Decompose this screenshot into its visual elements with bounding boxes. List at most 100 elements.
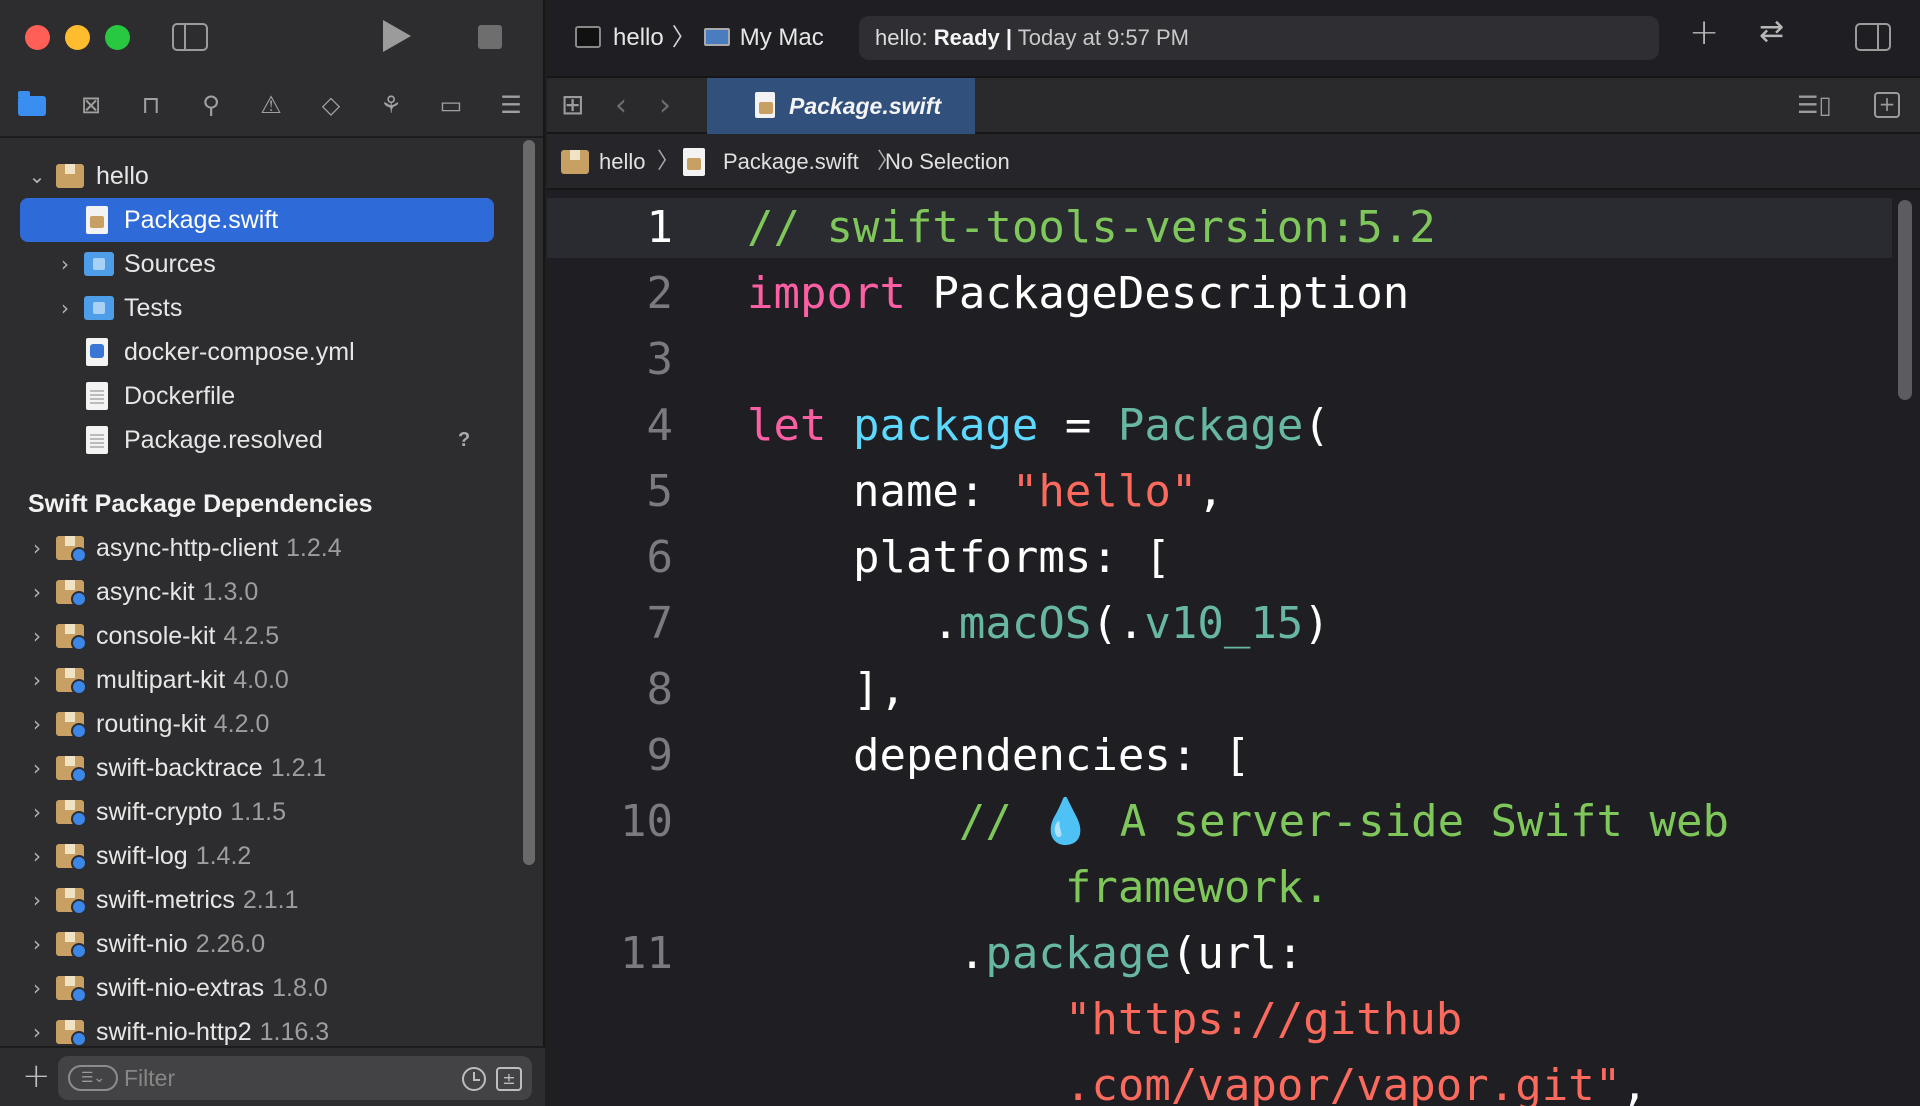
breakpoint-navigator-icon[interactable]: ▭ (434, 88, 468, 122)
code-review-icon[interactable]: ⇄ (1759, 14, 1784, 49)
tree-item-package-swift[interactable]: Package.swift (0, 198, 520, 242)
close-window-button[interactable] (25, 25, 50, 50)
debug-navigator-icon[interactable]: ⚘ (374, 88, 408, 122)
line-number (593, 858, 673, 918)
code-token: let (747, 400, 827, 451)
source-editor[interactable]: 1 // swift-tools-version:5.2 2 import Packa… (547, 190, 1920, 1106)
package-dependency-icon (56, 580, 87, 607)
editor-options-icon[interactable]: ☰▯ (1797, 92, 1835, 118)
back-icon[interactable]: ‹ (615, 88, 627, 123)
code-token: v10_15 (1144, 598, 1304, 649)
report-navigator-icon[interactable]: ☰ (494, 88, 528, 122)
forward-icon[interactable]: › (659, 88, 671, 123)
tree-item-docker-compose[interactable]: docker-compose.yml (0, 330, 520, 374)
sidebar-toggle-icon[interactable] (172, 23, 208, 51)
add-editor-icon[interactable]: + (1874, 92, 1900, 118)
code-token: . (747, 928, 986, 979)
zoom-window-button[interactable] (105, 25, 130, 50)
dependency-item[interactable]: › swift-metrics 2.1.1 (0, 878, 520, 922)
issue-navigator-icon[interactable]: ⚠ (254, 88, 288, 122)
run-destination[interactable]: My Mac (740, 24, 824, 51)
dependency-item[interactable]: › swift-nio 2.26.0 (0, 922, 520, 966)
dependency-item[interactable]: › routing-kit 4.2.0 (0, 702, 520, 746)
dependency-label: async-kit 1.3.0 (96, 570, 258, 614)
dependency-item[interactable]: › swift-log 1.4.2 (0, 834, 520, 878)
package-dependency-icon (56, 1020, 87, 1047)
chevron-right-icon[interactable]: › (26, 526, 48, 570)
dependency-item[interactable]: › swift-crypto 1.1.5 (0, 790, 520, 834)
related-items-grid-icon[interactable]: ⊞ (561, 91, 587, 119)
dependency-version: 1.2.1 (270, 754, 327, 782)
recent-files-icon[interactable] (462, 1067, 486, 1091)
source-control-filter-icon[interactable]: ± (496, 1067, 522, 1091)
dependency-item[interactable]: › multipart-kit 4.0.0 (0, 658, 520, 702)
line-number: 6 (646, 532, 674, 583)
laptop-icon (703, 27, 730, 46)
chevron-down-icon[interactable]: ⌄ (26, 154, 48, 198)
run-button[interactable] (383, 20, 411, 52)
chevron-right-icon[interactable]: › (26, 834, 48, 878)
tree-item-project-hello[interactable]: ⌄ hello (0, 154, 520, 198)
dependency-item[interactable]: › async-kit 1.3.0 (0, 570, 520, 614)
dependency-item[interactable]: › swift-nio-extras 1.8.0 (0, 966, 520, 1010)
chevron-right-icon[interactable]: › (26, 570, 48, 614)
symbol-navigator-icon[interactable]: ⊓ (134, 88, 168, 122)
line-number: 11 (620, 928, 673, 979)
breadcrumb-project[interactable]: hello (599, 134, 645, 190)
minimize-window-button[interactable] (65, 25, 90, 50)
inspector-toggle-icon[interactable] (1855, 23, 1891, 51)
chevron-right-icon[interactable]: › (26, 878, 48, 922)
dependency-item[interactable]: › swift-backtrace 1.2.1 (0, 746, 520, 790)
tree-item-label: Package.swift (124, 206, 279, 234)
terminal-icon (575, 25, 601, 48)
navigator-sidebar: ⊠ ⊓ ⚲ ⚠ ◇ ⚘ ▭ ☰ ⌄ hello Package.swift › … (0, 0, 545, 1106)
swift-file-icon (755, 92, 775, 118)
line-number: 1 (646, 202, 674, 253)
add-file-button[interactable]: + (22, 1056, 51, 1096)
filter-options-icon[interactable]: ☰⌄ (68, 1065, 118, 1091)
chevron-right-icon[interactable]: › (26, 922, 48, 966)
tree-item-package-resolved[interactable]: Package.resolved ? (0, 418, 520, 462)
code-line: import PackageDescription (747, 264, 1409, 324)
test-navigator-icon[interactable]: ◇ (314, 88, 348, 122)
code-token: macOS (958, 598, 1092, 649)
breadcrumb-file[interactable]: Package.swift (723, 134, 859, 190)
package-dependency-icon (56, 756, 87, 783)
find-navigator-icon[interactable]: ⚲ (194, 88, 228, 122)
chevron-right-icon[interactable]: › (26, 658, 48, 702)
project-navigator-icon[interactable] (14, 88, 48, 122)
dependency-item[interactable]: › async-http-client 1.2.4 (0, 526, 520, 570)
chevron-right-icon[interactable]: › (26, 790, 48, 834)
chevron-right-icon[interactable]: › (26, 702, 48, 746)
chevron-right-icon[interactable]: › (54, 286, 76, 330)
tree-item-dockerfile[interactable]: Dockerfile (0, 374, 520, 418)
tree-item-label: Tests (124, 294, 183, 322)
chevron-right-icon[interactable]: › (26, 746, 48, 790)
tab-package-swift[interactable]: Package.swift (707, 78, 975, 134)
tree-item-sources[interactable]: › Sources (0, 242, 520, 286)
breadcrumb-symbol[interactable]: No Selection (885, 134, 1010, 190)
code-line: let package = Package( (747, 396, 1330, 456)
source-control-navigator-icon[interactable]: ⊠ (74, 88, 108, 122)
editor-scrollbar[interactable] (1898, 200, 1912, 400)
navigator-scrollbar[interactable] (523, 140, 535, 865)
library-button[interactable]: + (1689, 12, 1719, 53)
code-token: PackageDescription (905, 268, 1410, 319)
tree-item-label: Package.resolved (124, 426, 323, 454)
scheme-selector[interactable]: hello 〉 My Mac (575, 22, 824, 54)
folder-icon (84, 296, 114, 320)
code-line: .package(url: (747, 924, 1303, 984)
tab-bar: ⊞ ‹ › Package.swift ☰▯ + (547, 76, 1920, 134)
dependency-item[interactable]: › console-kit 4.2.5 (0, 614, 520, 658)
tree-item-tests[interactable]: › Tests (0, 286, 520, 330)
chevron-right-icon[interactable]: › (54, 242, 76, 286)
chevron-right-icon[interactable]: › (26, 614, 48, 658)
code-token: package (852, 400, 1039, 451)
dependency-label: swift-metrics 2.1.1 (96, 878, 299, 922)
chevron-right-icon[interactable]: › (26, 966, 48, 1010)
stop-button[interactable] (478, 25, 502, 49)
package-dependency-icon (56, 668, 87, 695)
filter-input[interactable] (124, 1056, 424, 1100)
text-file-icon (86, 426, 108, 454)
